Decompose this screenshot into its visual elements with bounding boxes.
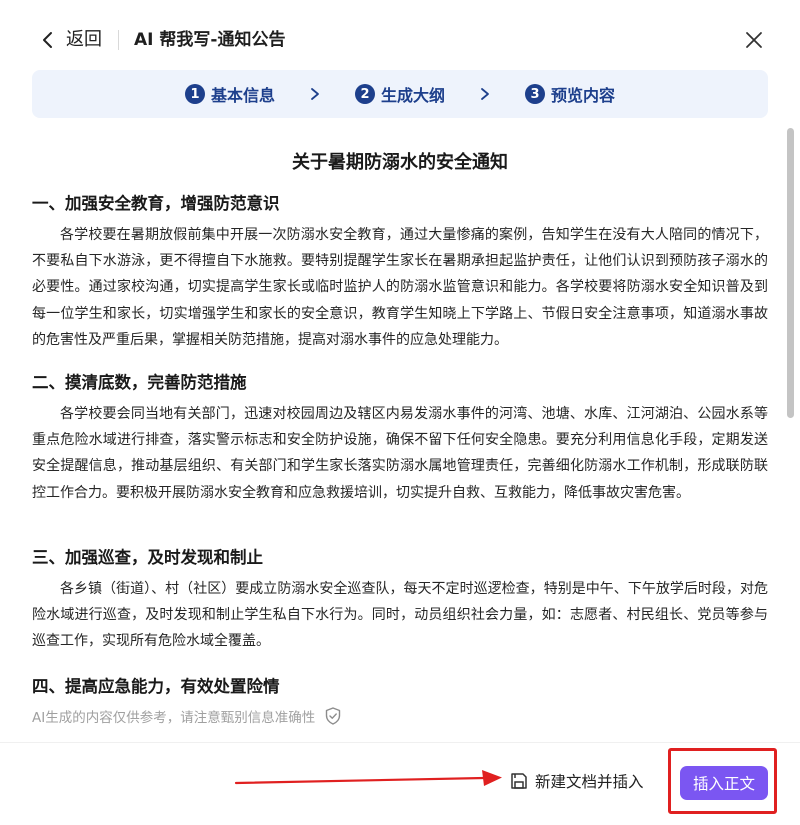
step-label: 生成大纲: [380, 86, 445, 105]
annotation-arrow: [234, 770, 502, 786]
document-preview[interactable]: 关于暑期防溺水的安全通知 一、加强安全教育，增强防范意识 各学校要在暑期放假前集…: [0, 118, 786, 708]
document-section: 三、加强巡查，及时发现和制止 各乡镇（街道）、村（社区）要成立防溺水安全巡查队，…: [32, 546, 768, 655]
save-doc-icon: [511, 773, 527, 789]
step-label: 预览内容: [551, 86, 616, 105]
step-outline[interactable]: 2 生成大纲: [354, 82, 445, 106]
chevron-right-icon: [311, 88, 319, 100]
new-doc-insert-button[interactable]: 新建文档并插入: [509, 770, 644, 792]
dialog-title: AI 帮我写-通知公告: [134, 30, 286, 50]
section-body: 各学校要在暑期放假前集中开展一次防溺水安全教育，通过大量惨痛的案例，告知学生在没…: [32, 227, 768, 348]
step-number: 2: [354, 84, 375, 104]
step-preview[interactable]: 3 预览内容: [525, 82, 615, 106]
step-label: 基本信息: [210, 86, 275, 105]
document-section: 四、提高应急能力，有效处置险情: [32, 675, 768, 699]
header-divider: [118, 30, 119, 50]
annotation-highlight-box: [668, 748, 777, 814]
new-doc-insert-label: 新建文档并插入: [535, 773, 644, 791]
step-number: 1: [184, 84, 205, 104]
steps-bar: 1 基本信息 2 生成大纲 3 预览内容: [32, 70, 768, 118]
section-heading: 二、摸清底数，完善防范措施: [32, 373, 247, 392]
document-section: 一、加强安全教育，增强防范意识 各学校要在暑期放假前集中开展一次防溺水安全教育，…: [32, 192, 768, 353]
step-basic-info[interactable]: 1 基本信息: [184, 82, 275, 106]
section-heading: 三、加强巡查，及时发现和制止: [32, 548, 263, 567]
ai-disclaimer: AI生成的内容仅供参考，请注意甄别信息准确性: [32, 706, 343, 726]
section-body: 各学校要会同当地有关部门，迅速对校园周边及辖区内易发溺水事件的河湾、池塘、水库、…: [32, 406, 768, 501]
step-number: 3: [525, 84, 545, 104]
footer-divider: [0, 742, 800, 743]
document-section: 二、摸清底数，完善防范措施 各学校要会同当地有关部门，迅速对校园周边及辖区内易发…: [32, 371, 768, 506]
chevron-right-icon: [481, 88, 489, 100]
section-heading: 四、提高应急能力，有效处置险情: [32, 677, 280, 696]
scrollbar-thumb[interactable]: [787, 128, 794, 418]
back-label: 返回: [66, 29, 102, 50]
back-button[interactable]: 返回: [38, 26, 102, 54]
section-body: 各乡镇（街道）、村（社区）要成立防溺水安全巡查队，每天不定时巡逻检查，特别是中午…: [32, 581, 768, 650]
section-heading: 一、加强安全教育，增强防范意识: [32, 194, 280, 213]
close-icon[interactable]: [742, 28, 766, 52]
document-title: 关于暑期防溺水的安全通知: [292, 152, 508, 173]
disclaimer-text: AI生成的内容仅供参考，请注意甄别信息准确性: [32, 710, 316, 726]
shield-check-icon[interactable]: [323, 706, 343, 726]
chevron-left-icon: [43, 32, 52, 48]
dialog-header: 返回 AI 帮我写-通知公告: [0, 0, 800, 80]
